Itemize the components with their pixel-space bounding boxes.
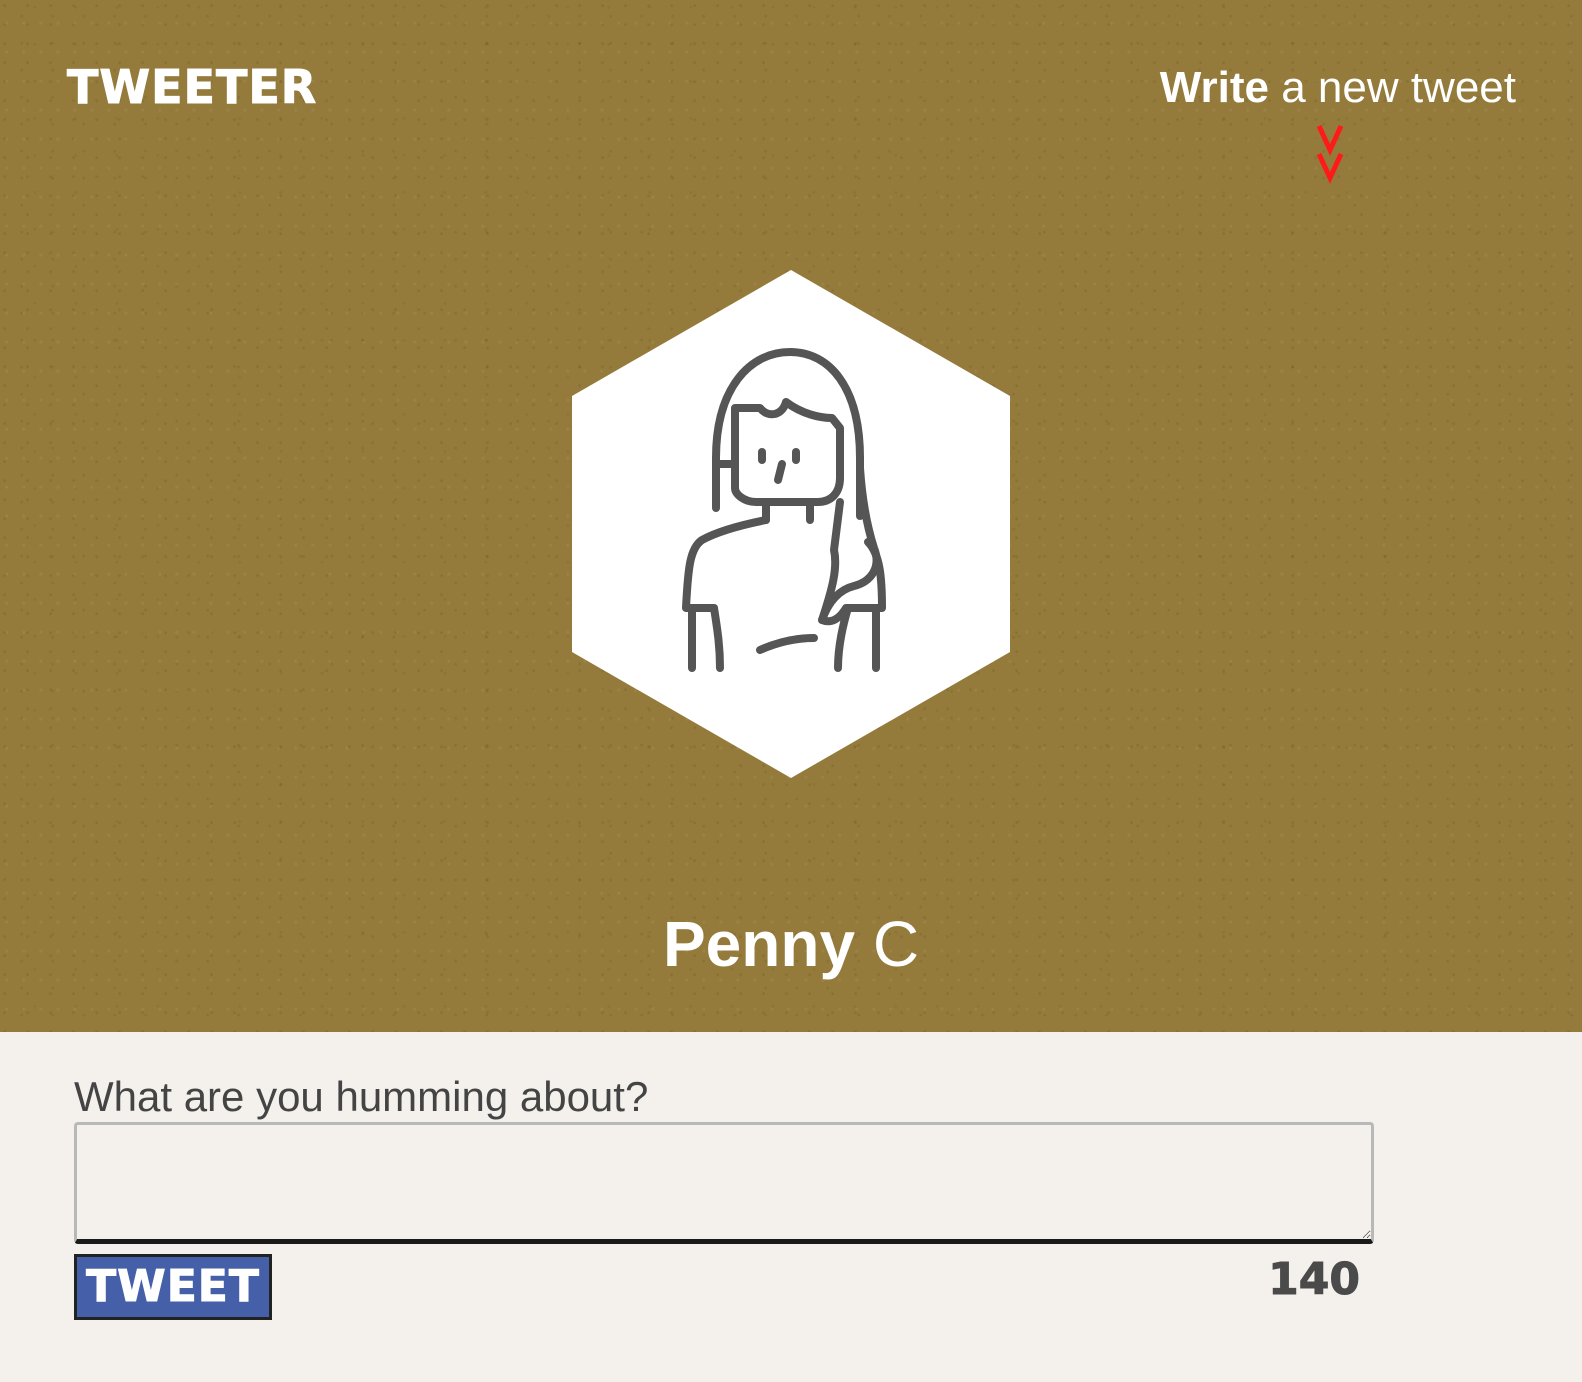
woman-avatar-icon (572, 270, 1010, 778)
compose-tweet-form: What are you humming about? TWEET 140 (74, 1076, 1374, 1322)
char-counter: 140 (1268, 1254, 1361, 1305)
compose-footer: TWEET 140 (74, 1254, 1374, 1322)
tweet-button[interactable]: TWEET (74, 1254, 272, 1320)
compose-label: What are you humming about? (74, 1073, 649, 1120)
write-link-rest: a new tweet (1268, 63, 1516, 112)
tweet-textarea[interactable] (74, 1122, 1374, 1244)
write-new-tweet-link[interactable]: Write a new tweet (1160, 66, 1516, 110)
user-name: Penny C (0, 912, 1582, 976)
user-first-name: Penny (662, 908, 856, 980)
profile-hero: TWEETER Write a new tweet Penny C (0, 0, 1582, 1032)
user-last-name: C (872, 908, 920, 980)
double-chevron-down-icon[interactable] (1316, 122, 1344, 184)
brand-logo[interactable]: TWEETER (66, 64, 317, 111)
write-link-bold: Write (1159, 63, 1269, 112)
